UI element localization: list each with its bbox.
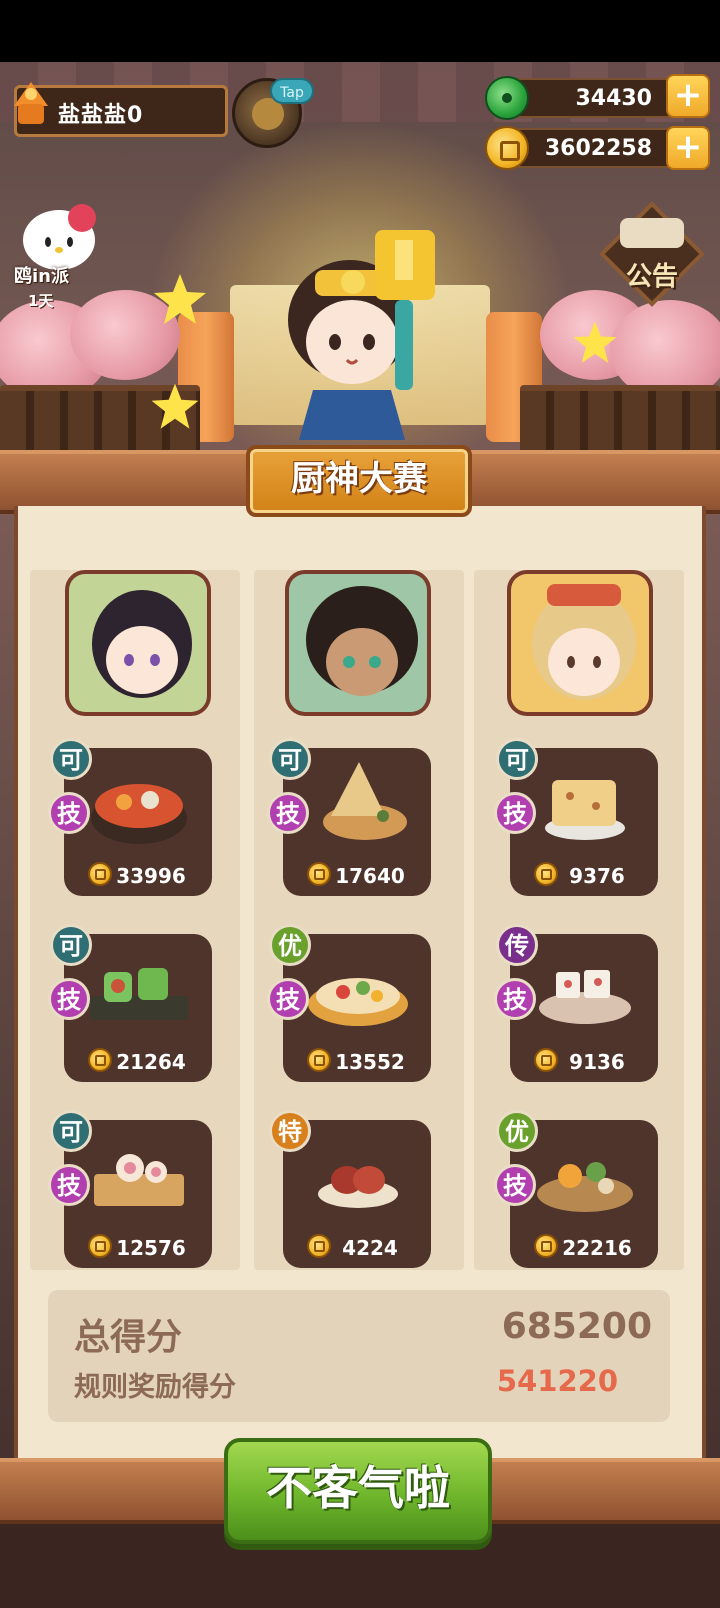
grade-badge: 可 <box>496 738 538 780</box>
chef-portrait-2-art <box>289 574 427 712</box>
chef-hat-avatar-icon[interactable] <box>4 76 58 134</box>
tap-tag: Tap <box>270 78 314 104</box>
dish-sushi-image <box>94 1154 184 1206</box>
total-score-value: 685200 <box>501 1306 652 1347</box>
grade-badge: 优 <box>269 924 311 966</box>
dish-value: 9376 <box>569 864 625 888</box>
grade-badge: 可 <box>50 1110 92 1152</box>
add-coin-button[interactable]: + <box>666 126 710 170</box>
dish-platter-image <box>308 978 408 1026</box>
star-sparkle-left <box>154 274 206 324</box>
chef-character <box>288 230 435 440</box>
dish-value: 12576 <box>116 1236 186 1260</box>
grade-badge: 优 <box>496 1110 538 1152</box>
grade-badge: 特 <box>269 1110 311 1152</box>
skill-badge: 技 <box>494 978 536 1020</box>
skill-badge: 技 <box>48 1164 90 1206</box>
dish-value: 17640 <box>335 864 405 888</box>
star-sparkle-left-low <box>151 383 199 429</box>
dish-value: 4224 <box>342 1236 398 1260</box>
coin-icon <box>485 126 529 170</box>
skill-badge: 技 <box>48 978 90 1020</box>
star-sparkle-right <box>573 321 617 363</box>
dish-value: 22216 <box>562 1236 632 1260</box>
chef-portrait-1[interactable] <box>65 570 211 716</box>
bonus-score-label: 规则奖励得分 <box>74 1372 236 1403</box>
dish-tagine-image <box>323 762 407 840</box>
dish-cake-image <box>545 780 625 840</box>
bonus-score-value: 541220 <box>496 1364 618 1398</box>
chef-portrait-2[interactable] <box>285 570 431 716</box>
grade-badge: 传 <box>496 924 538 966</box>
skill-badge: 技 <box>267 792 309 834</box>
dish-nougat-image <box>539 970 631 1024</box>
grade-badge: 可 <box>50 738 92 780</box>
skill-badge: 技 <box>267 978 309 1020</box>
dish-rolls-image <box>90 968 188 1020</box>
dish-value: 13552 <box>335 1050 405 1074</box>
notice-label: 公告 <box>626 262 679 292</box>
chef-portrait-3-art <box>511 574 649 712</box>
event-label: 鸥in派 <box>14 266 69 287</box>
jade-icon <box>485 76 529 120</box>
skill-badge: 技 <box>48 792 90 834</box>
confirm-button-label[interactable]: 不客气啦 <box>224 1438 492 1544</box>
coin-value: 3602258 <box>544 136 652 161</box>
add-jade-button[interactable]: + <box>666 74 710 118</box>
chef-portrait-3[interactable] <box>507 570 653 716</box>
grade-badge: 可 <box>269 738 311 780</box>
chef-portrait-1-art <box>69 574 207 712</box>
dish-value: 33996 <box>116 864 186 888</box>
dish-sausage-image <box>318 1166 398 1208</box>
contest-title: 厨神大赛 <box>291 459 427 499</box>
fence-right <box>520 385 720 455</box>
jade-value: 34430 <box>575 86 652 111</box>
dish-value: 21264 <box>116 1050 186 1074</box>
notice-board-icon[interactable] <box>598 200 706 310</box>
dish-value: 9136 <box>569 1050 625 1074</box>
skill-badge: 技 <box>494 792 536 834</box>
event-timer: 1天 <box>28 292 54 310</box>
player-name: 盐盐盐0 <box>58 103 144 128</box>
total-score-label: 总得分 <box>74 1317 183 1358</box>
dish-feast-image <box>537 1162 633 1212</box>
skill-badge: 技 <box>494 1164 536 1206</box>
grade-badge: 可 <box>50 924 92 966</box>
status-bar <box>0 0 720 62</box>
dish-hotpot-image <box>91 784 187 844</box>
